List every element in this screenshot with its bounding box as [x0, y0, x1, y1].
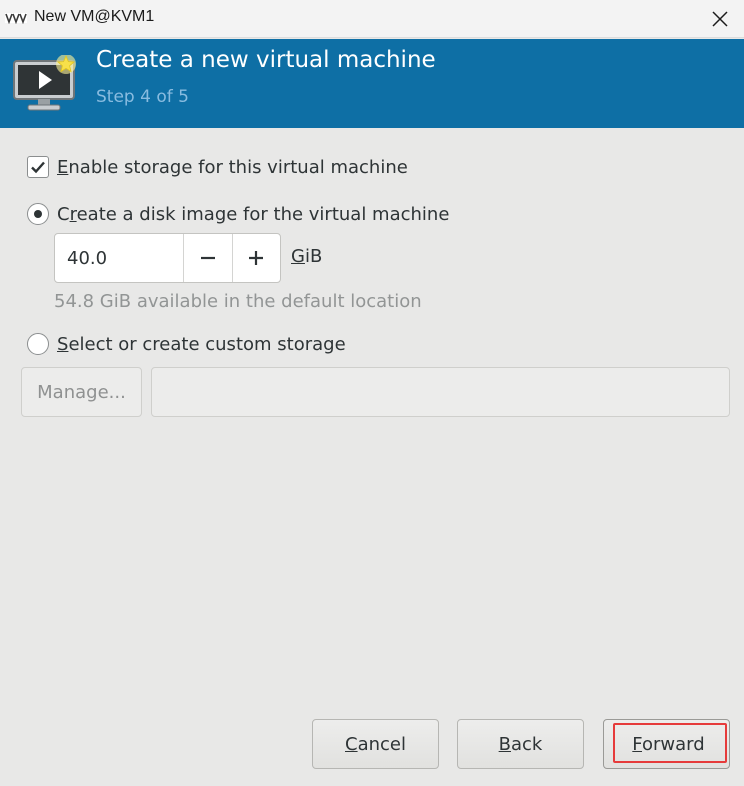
custom-storage-path-field[interactable] [151, 367, 730, 417]
window-titlebar: New VM@KVM1 [0, 0, 744, 38]
cancel-button-label: Cancel [345, 733, 406, 755]
wizard-title: Create a new virtual machine [96, 47, 436, 73]
radio-selected-dot [34, 210, 42, 218]
disk-size-unit-label: GiB [291, 246, 323, 267]
wizard-header: Create a new virtual machine Step 4 of 5 [0, 39, 744, 128]
disk-size-input[interactable]: 40.0 [55, 234, 183, 282]
available-space-hint: 54.8 GiB available in the default locati… [54, 291, 422, 312]
close-icon [712, 11, 728, 27]
custom-storage-label: Select or create custom storage [57, 333, 346, 355]
decrement-button[interactable] [183, 234, 232, 282]
enable-storage-label: Enable storage for this virtual machine [57, 156, 408, 178]
enable-storage-checkbox[interactable] [27, 156, 49, 178]
increment-button[interactable] [231, 234, 281, 282]
checkmark-icon [31, 161, 45, 174]
plus-icon [249, 251, 264, 265]
manage-button[interactable]: Manage... [21, 367, 142, 417]
enable-storage-option[interactable]: Enable storage for this virtual machine [27, 156, 408, 178]
forward-button[interactable]: Forward [603, 719, 730, 769]
cancel-button[interactable]: Cancel [312, 719, 439, 769]
window-title: New VM@KVM1 [34, 8, 155, 25]
custom-storage-option[interactable]: Select or create custom storage [27, 333, 346, 355]
create-disk-option[interactable]: Create a disk image for the virtual mach… [27, 203, 449, 225]
disk-size-spinbutton: 40.0 [54, 233, 281, 283]
minus-icon [200, 256, 215, 260]
forward-button-label: Forward [632, 733, 705, 755]
window-close-button[interactable] [696, 0, 744, 38]
create-disk-label: Create a disk image for the virtual mach… [57, 203, 450, 225]
create-disk-radio[interactable] [27, 203, 49, 225]
new-vm-monitor-icon [13, 55, 76, 111]
back-button-label: Back [498, 733, 543, 755]
custom-storage-radio[interactable] [27, 333, 49, 355]
back-button[interactable]: Back [457, 719, 584, 769]
wizard-step-indicator: Step 4 of 5 [96, 87, 189, 107]
virt-manager-app-icon [5, 13, 27, 24]
